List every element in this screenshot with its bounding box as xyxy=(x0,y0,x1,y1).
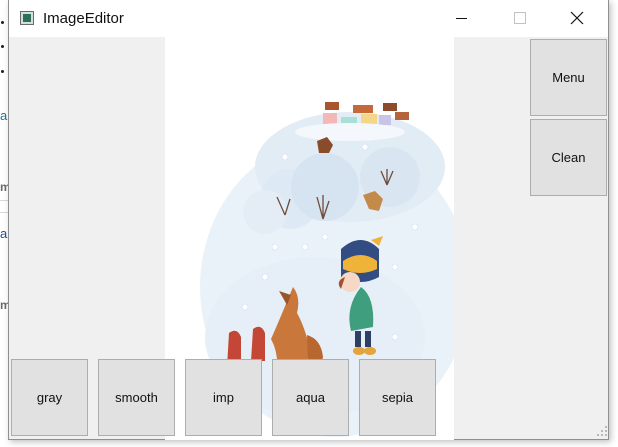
clean-button[interactable]: Clean xyxy=(530,119,607,196)
menu-button[interactable]: Menu xyxy=(530,39,607,116)
smooth-filter-button[interactable]: smooth xyxy=(98,359,175,436)
background-text: a xyxy=(0,226,8,241)
aqua-filter-button[interactable]: aqua xyxy=(272,359,349,436)
bullet-dot xyxy=(1,70,4,73)
gray-filter-button[interactable]: gray xyxy=(11,359,88,436)
minimize-button[interactable] xyxy=(438,0,484,37)
bullet-dot xyxy=(1,45,4,48)
sepia-filter-button[interactable]: sepia xyxy=(359,359,436,436)
close-button[interactable] xyxy=(554,0,600,37)
app-icon xyxy=(20,11,34,25)
resize-grip[interactable] xyxy=(597,426,607,436)
window-title: ImageEditor xyxy=(43,10,124,27)
bullet-dot xyxy=(1,21,4,24)
maximize-button[interactable] xyxy=(496,0,542,37)
close-icon xyxy=(570,11,584,25)
imp-filter-button[interactable]: imp xyxy=(185,359,262,436)
title-bar[interactable]: ImageEditor xyxy=(9,0,608,37)
image-editor-window: ImageEditor Menu Clean gray smooth imp a… xyxy=(8,0,609,440)
background-text: a xyxy=(0,108,8,123)
